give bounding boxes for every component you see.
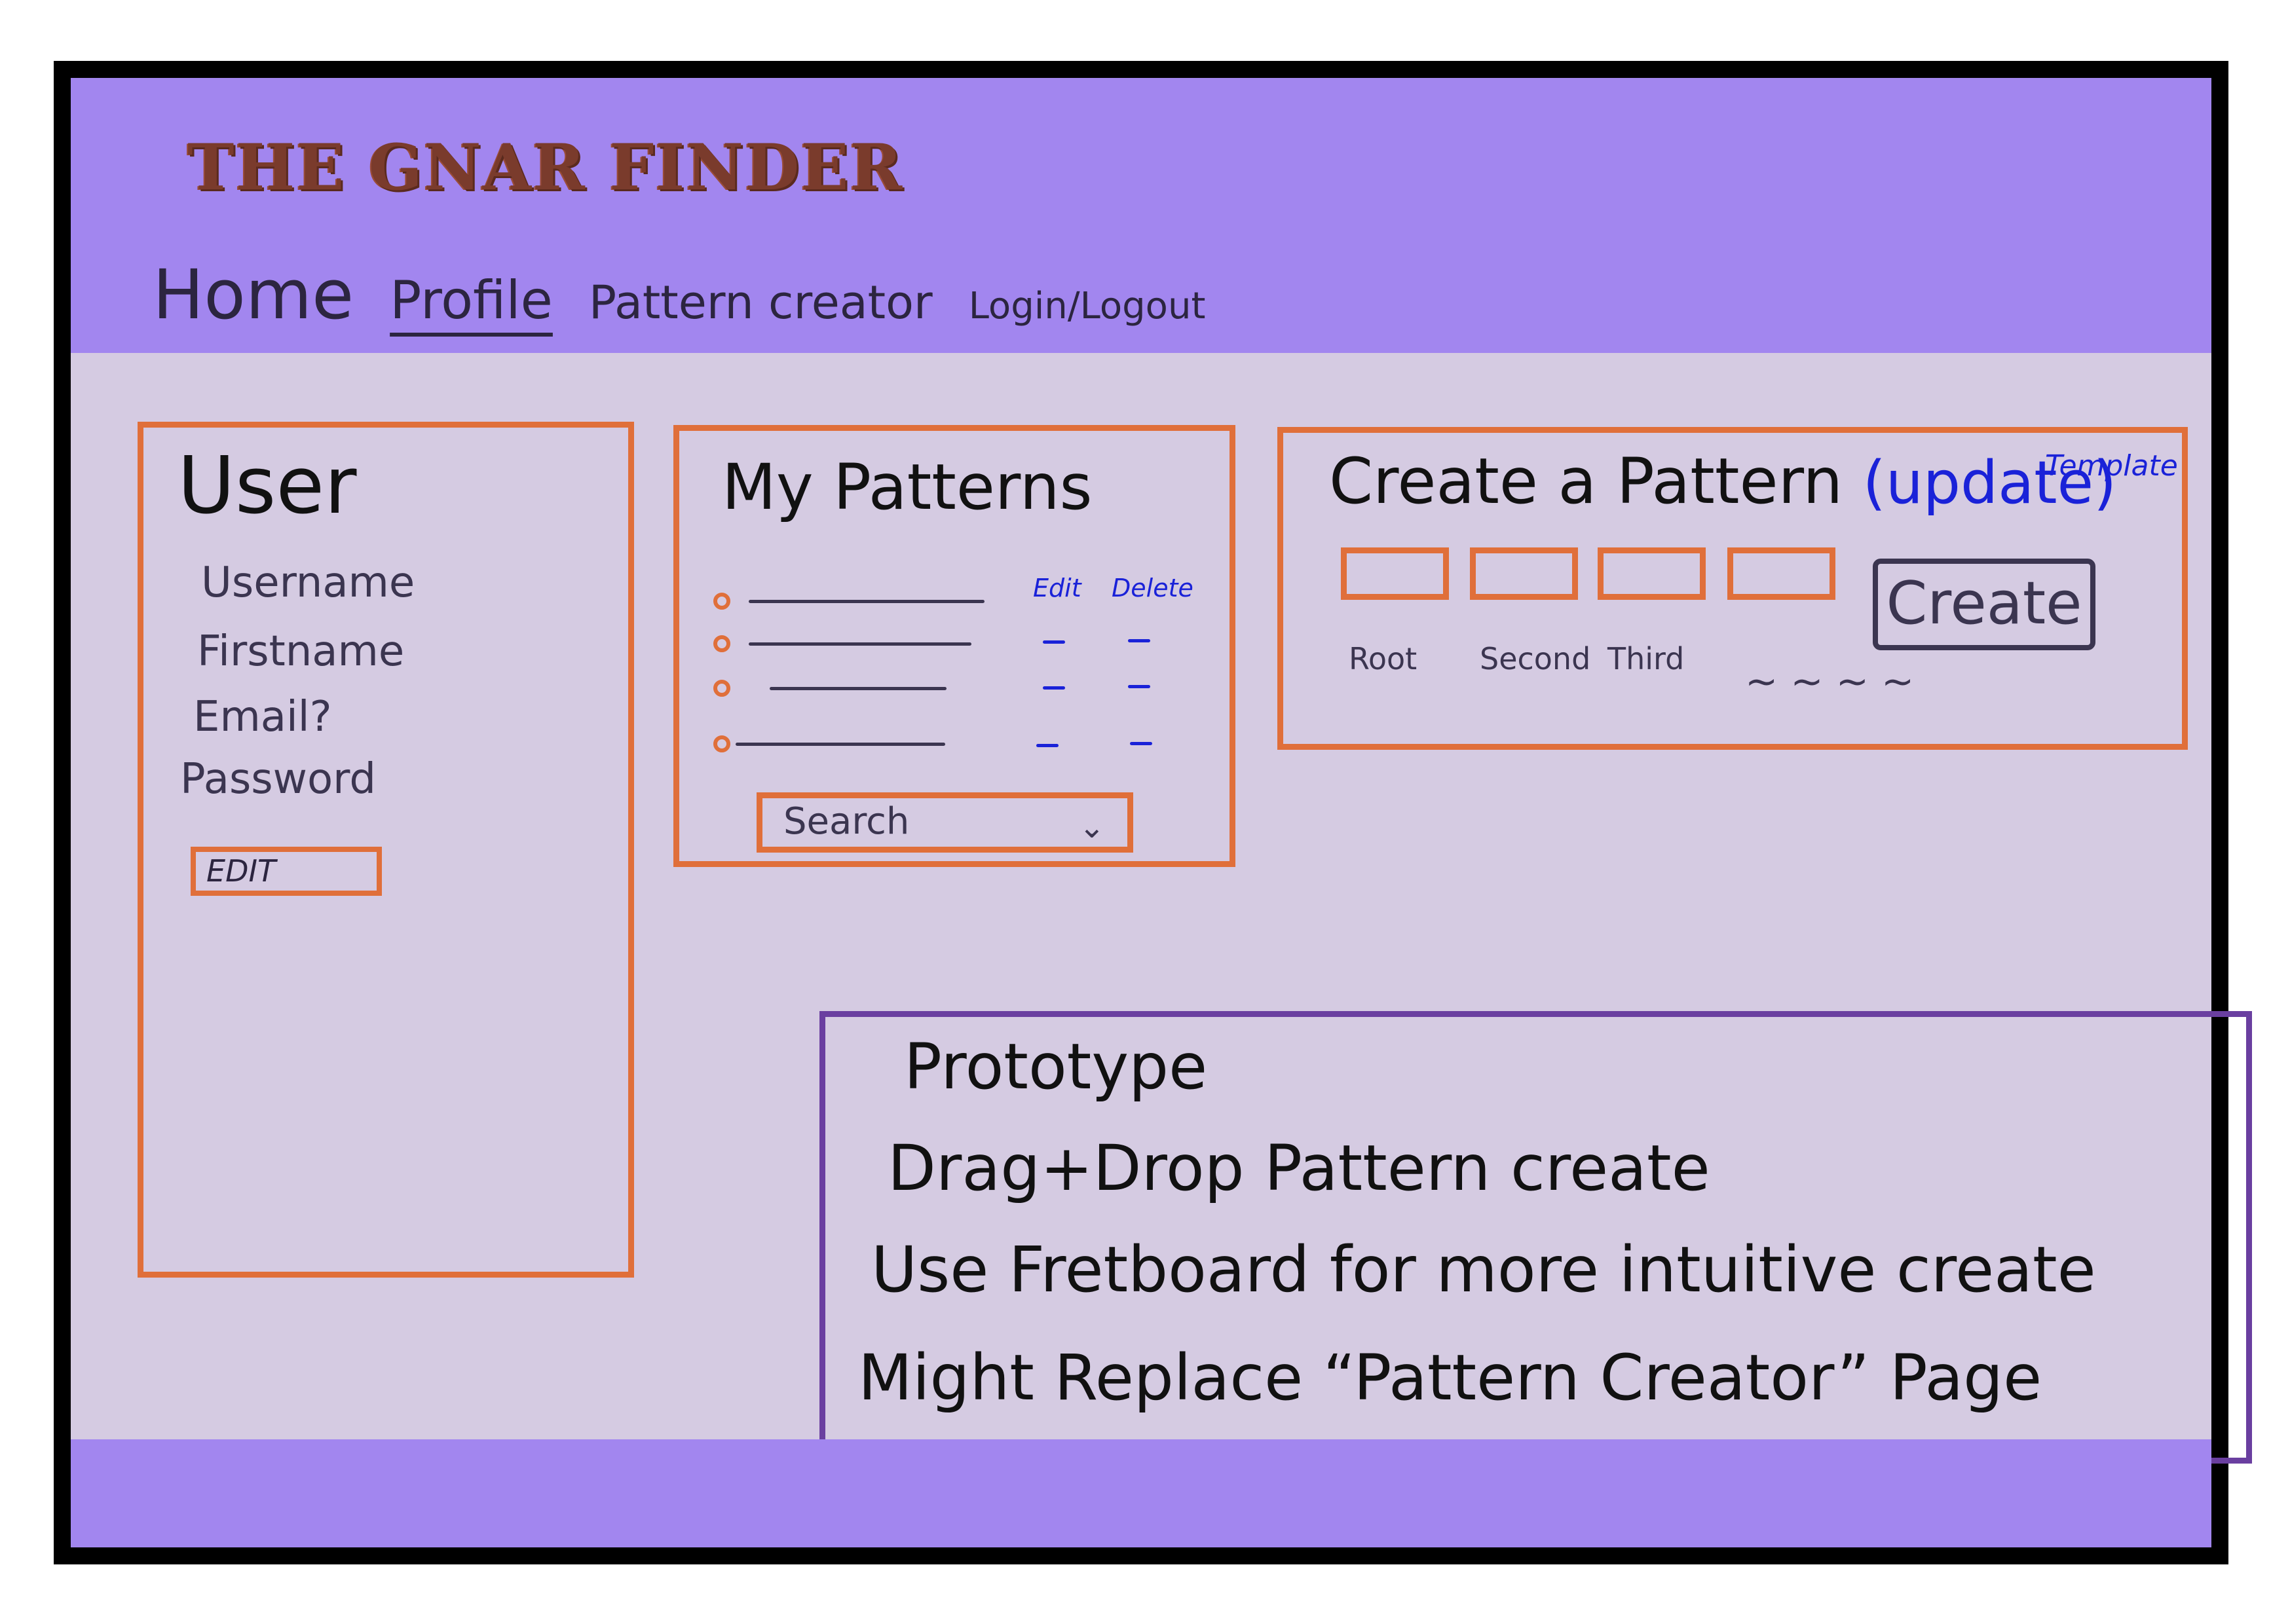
footer <box>71 1439 2211 1547</box>
field-password: Password <box>180 755 376 803</box>
site-logo[interactable]: THE GNAR FINDER <box>187 130 903 204</box>
edit-link[interactable] <box>1043 686 1065 690</box>
third-note-slot[interactable] <box>1598 547 1706 600</box>
search-label: Search <box>783 800 910 843</box>
create-pattern-panel: Create a Pattern (update) Template Root … <box>1277 427 2188 750</box>
create-button[interactable]: Create <box>1873 559 2095 650</box>
radio-bullet[interactable] <box>713 680 730 697</box>
pattern-row[interactable] <box>713 675 947 701</box>
header: THE GNAR FINDER Home Profile Pattern cre… <box>71 78 2211 353</box>
root-note-slot[interactable] <box>1341 547 1449 600</box>
patterns-panel-title: My Patterns <box>722 451 1093 524</box>
pattern-name-placeholder <box>749 599 985 603</box>
delete-link[interactable] <box>1130 742 1152 745</box>
edit-link[interactable] <box>1043 640 1065 644</box>
template-label: Template <box>2045 449 2178 483</box>
pattern-name-placeholder <box>749 642 971 646</box>
edit-button[interactable]: EDIT <box>191 847 382 896</box>
more-slots-placeholder: ~ ~ ~ ~ <box>1745 659 1915 705</box>
nav-profile[interactable]: Profile <box>390 270 553 331</box>
create-panel-title: Create a Pattern (update) <box>1329 445 2116 518</box>
slot-label-third: Third <box>1607 641 1685 676</box>
pattern-row[interactable] <box>713 731 945 757</box>
field-firstname: Firstname <box>197 627 405 676</box>
user-panel-title: User <box>178 441 357 532</box>
chevron-down-icon: ⌄ <box>1078 809 1105 845</box>
note-line: Prototype <box>904 1030 1208 1103</box>
note-line: Use Fretboard for more intuitive create <box>871 1233 2096 1306</box>
pattern-row[interactable] <box>713 588 985 614</box>
create-panel-title-text: Create a Pattern <box>1329 445 1843 518</box>
user-panel: User Username Firstname Email? Password … <box>138 422 634 1278</box>
delete-link[interactable] <box>1128 639 1150 642</box>
pattern-row[interactable] <box>713 631 971 657</box>
slot-label-root: Root <box>1349 641 1417 676</box>
nav-pattern-creator[interactable]: Pattern creator <box>589 276 933 329</box>
edit-column-header: Edit <box>1033 574 1081 602</box>
slot-label-second: Second <box>1480 641 1591 676</box>
delete-column-header: Delete <box>1112 574 1193 602</box>
nav-login-logout[interactable]: Login/Logout <box>969 285 1206 327</box>
field-email: Email? <box>193 693 332 741</box>
main-nav: Home Profile Pattern creator Login/Logou… <box>153 255 1205 335</box>
note-line: Drag+Drop Pattern create <box>888 1132 1710 1205</box>
search-dropdown[interactable]: Search ⌄ <box>757 792 1133 853</box>
radio-bullet[interactable] <box>713 593 730 610</box>
my-patterns-panel: My Patterns Edit Delete Search ⌄ <box>673 425 1235 867</box>
wireframe-frame: THE GNAR FINDER Home Profile Pattern cre… <box>54 61 2252 1564</box>
note-line: Might Replace “Pattern Creator” Page <box>858 1341 2042 1414</box>
pattern-name-placeholder <box>736 742 945 746</box>
radio-bullet[interactable] <box>713 635 730 652</box>
second-note-slot[interactable] <box>1470 547 1578 600</box>
nav-home[interactable]: Home <box>153 255 354 335</box>
prototype-notes-panel: Prototype Drag+Drop Pattern create Use F… <box>819 1011 2252 1464</box>
pattern-name-placeholder <box>770 686 947 690</box>
fourth-note-slot[interactable] <box>1727 547 1835 600</box>
field-username: Username <box>201 559 415 607</box>
delete-link[interactable] <box>1128 685 1150 688</box>
edit-link[interactable] <box>1036 744 1059 747</box>
radio-bullet[interactable] <box>713 735 730 752</box>
